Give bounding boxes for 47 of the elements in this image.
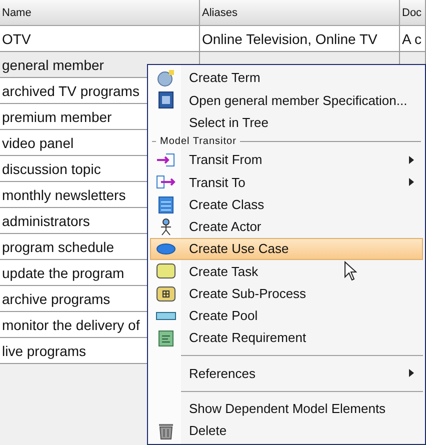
table-cell: premium member <box>2 109 112 125</box>
table-cell: OTV <box>2 31 31 47</box>
table-cell: Online Television, Online TV <box>202 31 378 47</box>
menu-item[interactable]: Create Task <box>150 260 423 283</box>
trash-icon <box>158 422 174 440</box>
table-cell: update the program <box>2 265 124 281</box>
class-icon <box>158 196 174 214</box>
menu-item[interactable]: Create Use Case <box>150 238 423 260</box>
table-cell: program schedule <box>2 239 114 255</box>
table-cell: administrators <box>2 213 90 229</box>
task-icon <box>156 263 176 280</box>
document-icon <box>158 91 174 110</box>
column-header[interactable]: Aliases <box>200 0 400 25</box>
table-cell: archive programs <box>2 291 110 307</box>
table-cell: video panel <box>2 135 74 151</box>
menu-item[interactable]: Transit From <box>150 148 423 172</box>
requirement-icon <box>158 329 174 348</box>
arrow-into-box-icon <box>156 152 176 168</box>
table-cell: discussion topic <box>2 161 101 177</box>
menu-item[interactable]: Select in Tree <box>150 112 423 134</box>
actor-icon <box>159 218 173 236</box>
mouse-pointer-icon <box>344 261 357 281</box>
menu-item[interactable]: References <box>150 362 423 385</box>
menu-item[interactable]: Create Class <box>150 193 423 216</box>
menu-item[interactable]: Delete <box>150 420 423 442</box>
sphere-icon <box>157 69 175 88</box>
menu-item[interactable]: Create Term <box>150 67 423 90</box>
sub-process-icon <box>156 286 176 302</box>
arrow-out-box-icon <box>156 174 176 190</box>
group-label: Model Transitor <box>160 134 236 149</box>
pool-icon <box>156 312 176 320</box>
menu-item[interactable]: Transit To <box>150 171 423 194</box>
table-cell: monitor the delivery of <box>2 317 140 333</box>
table-cell: monthly newsletters <box>2 187 126 203</box>
table-cell: general member <box>2 57 104 73</box>
table-cell: archived TV programs <box>2 83 140 99</box>
ellipse-icon <box>156 243 176 256</box>
column-header[interactable]: Doc <box>400 0 426 25</box>
menu-item[interactable]: Create Requirement <box>150 327 423 350</box>
menu-item[interactable]: Create Sub-Process <box>150 282 423 305</box>
menu-item[interactable]: Show Dependent Model Elements <box>150 398 423 420</box>
table-cell: live programs <box>2 343 86 359</box>
column-header[interactable]: Name <box>0 0 200 25</box>
table-cell: A c <box>402 31 422 47</box>
menu-item[interactable]: Open general member Specification... <box>150 89 423 112</box>
menu-item[interactable]: Create Actor <box>150 216 423 238</box>
menu-item[interactable]: Create Pool <box>150 304 423 328</box>
